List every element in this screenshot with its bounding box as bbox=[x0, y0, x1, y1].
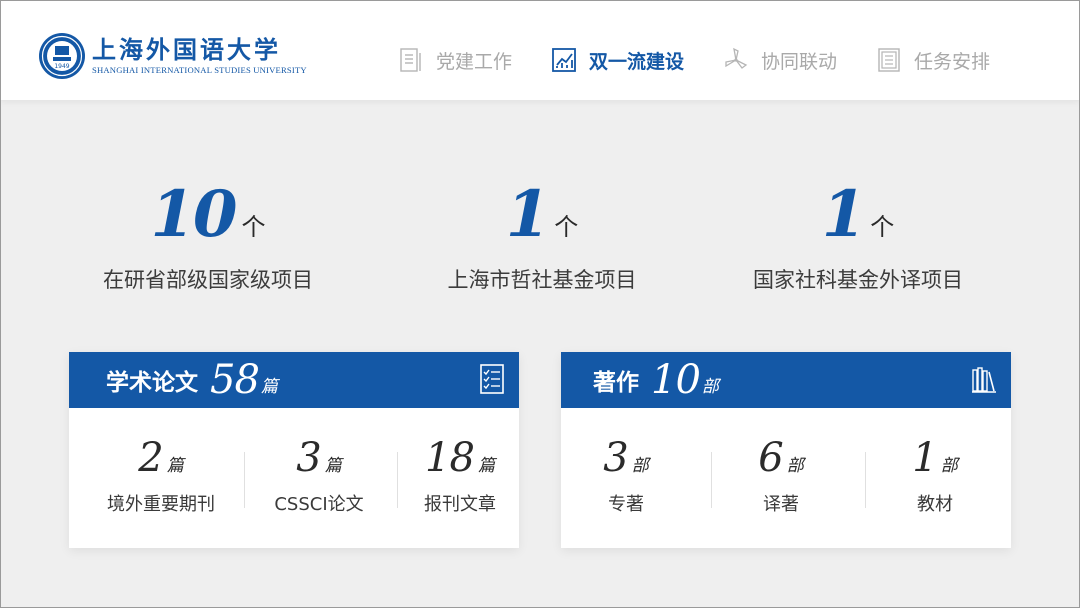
cell-unit: 篇 bbox=[166, 456, 184, 476]
cell-label: 境外重要期刊 bbox=[107, 494, 215, 515]
cell-value: 3 bbox=[603, 435, 628, 481]
cell-label: 报刊文章 bbox=[424, 494, 496, 515]
cell-value-row: 3 篇 bbox=[254, 432, 384, 480]
card-header: 著作 10 部 bbox=[561, 352, 1011, 408]
cell-value-row: 6 部 bbox=[721, 432, 841, 480]
cell-label: 专著 bbox=[608, 494, 644, 515]
nav-item-task-schedule[interactable]: 任务安排 bbox=[876, 47, 990, 74]
windmill-icon bbox=[725, 47, 748, 69]
checklist-icon bbox=[878, 48, 900, 72]
stat-cell: 3 篇 CSSCI论文 bbox=[254, 432, 384, 516]
university-name-cn: 上海外国语大学 bbox=[92, 35, 281, 64]
cell-value: 2 bbox=[138, 435, 163, 481]
cell-label: 译著 bbox=[763, 494, 799, 515]
cell-unit: 篇 bbox=[477, 456, 495, 476]
card-title: 著作 bbox=[593, 370, 639, 396]
stat-cell: 6 部 译著 bbox=[721, 432, 841, 516]
svg-text:1949: 1949 bbox=[54, 63, 69, 70]
university-name-en: SHANGHAI INTERNATIONAL STUDIES UNIVERSIT… bbox=[92, 65, 307, 75]
stat-cell: 3 部 专著 bbox=[561, 432, 691, 516]
divider bbox=[711, 452, 712, 508]
cell-value: 3 bbox=[296, 435, 321, 481]
nav-item-party-building[interactable]: 党建工作 bbox=[398, 47, 512, 74]
stat-value-row: 1 个 bbox=[382, 178, 702, 250]
stat-translation-fund: 1 个 国家社科基金外译项目 bbox=[698, 178, 1018, 294]
cell-unit: 篇 bbox=[324, 456, 342, 476]
card-count-unit: 部 bbox=[701, 376, 719, 397]
chart-icon bbox=[552, 48, 576, 72]
university-seal-icon: 1949 bbox=[39, 33, 85, 79]
nav-item-double-first-class[interactable]: 双一流建设 bbox=[551, 47, 684, 74]
papers-card: 学术论文 58 篇 2 篇 境外重要期刊 3 篇 CSSCI论文 18 篇 报刊… bbox=[69, 352, 519, 548]
cell-value: 6 bbox=[758, 435, 783, 481]
books-card: 著作 10 部 3 部 专著 6 部 译著 1 部 教材 bbox=[561, 352, 1011, 548]
card-header: 学术论文 58 篇 bbox=[69, 352, 519, 408]
article-list-icon bbox=[480, 364, 504, 394]
divider bbox=[244, 452, 245, 508]
cell-unit: 部 bbox=[631, 456, 649, 476]
card-count: 58 bbox=[210, 357, 260, 403]
stat-label: 上海市哲社基金项目 bbox=[447, 268, 637, 292]
card-body: 3 部 专著 6 部 译著 1 部 教材 bbox=[561, 408, 1011, 548]
cell-label: 教材 bbox=[917, 494, 953, 515]
cell-value-row: 3 部 bbox=[561, 432, 691, 480]
divider bbox=[397, 452, 398, 508]
stat-value: 1 bbox=[821, 177, 867, 252]
divider bbox=[865, 452, 866, 508]
stat-value-row: 1 个 bbox=[698, 178, 1018, 250]
stat-national-projects: 10 个 在研省部级国家级项目 bbox=[48, 178, 368, 294]
card-title: 学术论文 bbox=[106, 370, 198, 396]
main-nav: 党建工作 双一流建设 协同联动 任务安排 bbox=[398, 44, 1029, 76]
cell-unit: 部 bbox=[786, 456, 804, 476]
nav-item-collaboration[interactable]: 协同联动 bbox=[723, 47, 837, 74]
card-body: 2 篇 境外重要期刊 3 篇 CSSCI论文 18 篇 报刊文章 bbox=[69, 408, 519, 548]
stat-value: 10 bbox=[150, 177, 237, 252]
nav-label: 协同联动 bbox=[761, 50, 838, 73]
stat-unit: 个 bbox=[241, 213, 266, 241]
stat-unit: 个 bbox=[554, 213, 579, 241]
bookshelf-icon bbox=[972, 367, 996, 393]
stat-label: 在研省部级国家级项目 bbox=[103, 268, 313, 292]
stat-value: 1 bbox=[505, 177, 551, 252]
stat-cell: 18 篇 报刊文章 bbox=[407, 432, 513, 516]
stat-label: 国家社科基金外译项目 bbox=[753, 268, 963, 292]
stat-shanghai-fund: 1 个 上海市哲社基金项目 bbox=[382, 178, 702, 294]
stat-unit: 个 bbox=[870, 213, 895, 241]
document-icon bbox=[400, 48, 421, 72]
cell-value-row: 1 部 bbox=[875, 432, 995, 480]
card-count-unit: 篇 bbox=[260, 376, 278, 397]
cell-value: 18 bbox=[425, 435, 475, 481]
logo-text: 上海外国语大学 SHANGHAI INTERNATIONAL STUDIES U… bbox=[92, 35, 307, 76]
stat-value-row: 10 个 bbox=[48, 178, 368, 250]
cell-unit: 部 bbox=[940, 456, 958, 476]
card-count: 10 bbox=[651, 357, 701, 403]
nav-label: 双一流建设 bbox=[589, 50, 685, 73]
stat-cell: 1 部 教材 bbox=[875, 432, 995, 516]
cell-value: 1 bbox=[912, 435, 937, 481]
nav-label: 党建工作 bbox=[436, 50, 513, 73]
top-header: 1949 上海外国语大学 SHANGHAI INTERNATIONAL STUD… bbox=[0, 0, 1080, 100]
cell-label: CSSCI论文 bbox=[274, 494, 364, 515]
cell-value-row: 18 篇 bbox=[407, 432, 513, 480]
stat-cell: 2 篇 境外重要期刊 bbox=[89, 432, 233, 516]
cell-value-row: 2 篇 bbox=[89, 432, 233, 480]
nav-label: 任务安排 bbox=[914, 50, 991, 73]
university-logo[interactable]: 1949 上海外国语大学 SHANGHAI INTERNATIONAL STUD… bbox=[38, 32, 307, 80]
